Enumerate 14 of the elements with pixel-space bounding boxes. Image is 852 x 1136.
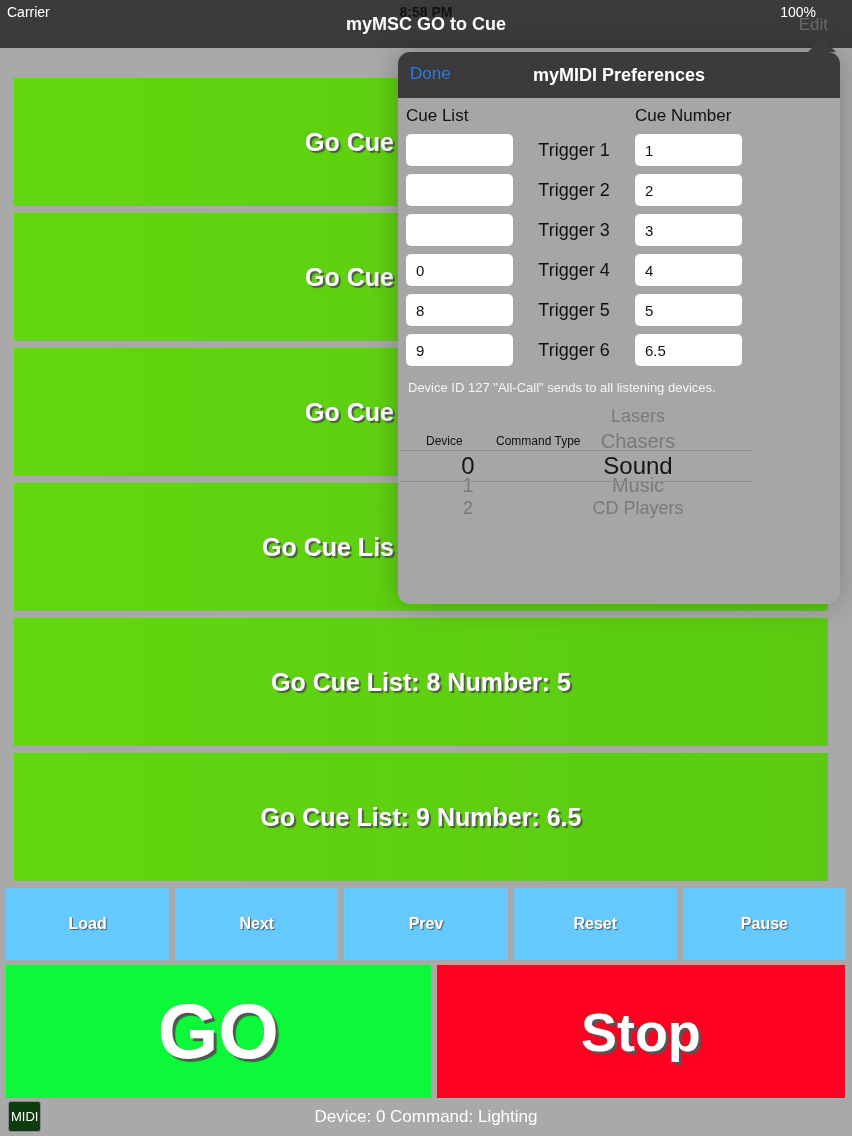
picker-heading: Device xyxy=(426,434,463,448)
trigger-label: Trigger 1 xyxy=(538,139,610,161)
status-text: Device: 0 Command: Lighting xyxy=(314,1107,538,1127)
note-text: Device ID 127 "All-Call" sends to all listening devices. xyxy=(408,380,717,395)
column-heading: Cue Number xyxy=(635,106,733,126)
trigger-label: Trigger 6 xyxy=(538,339,610,361)
carrier-label: Carrier xyxy=(7,4,50,20)
trigger-label: Trigger 3 xyxy=(538,219,610,241)
column-heading: Cue List xyxy=(406,106,470,126)
trigger-label: Trigger 4 xyxy=(538,259,610,281)
trigger-label: Trigger 5 xyxy=(538,299,610,321)
picker-heading: Command Type xyxy=(496,434,581,448)
popover-title: myMIDI Preferences xyxy=(532,64,706,86)
trigger-label: Trigger 2 xyxy=(538,179,610,201)
